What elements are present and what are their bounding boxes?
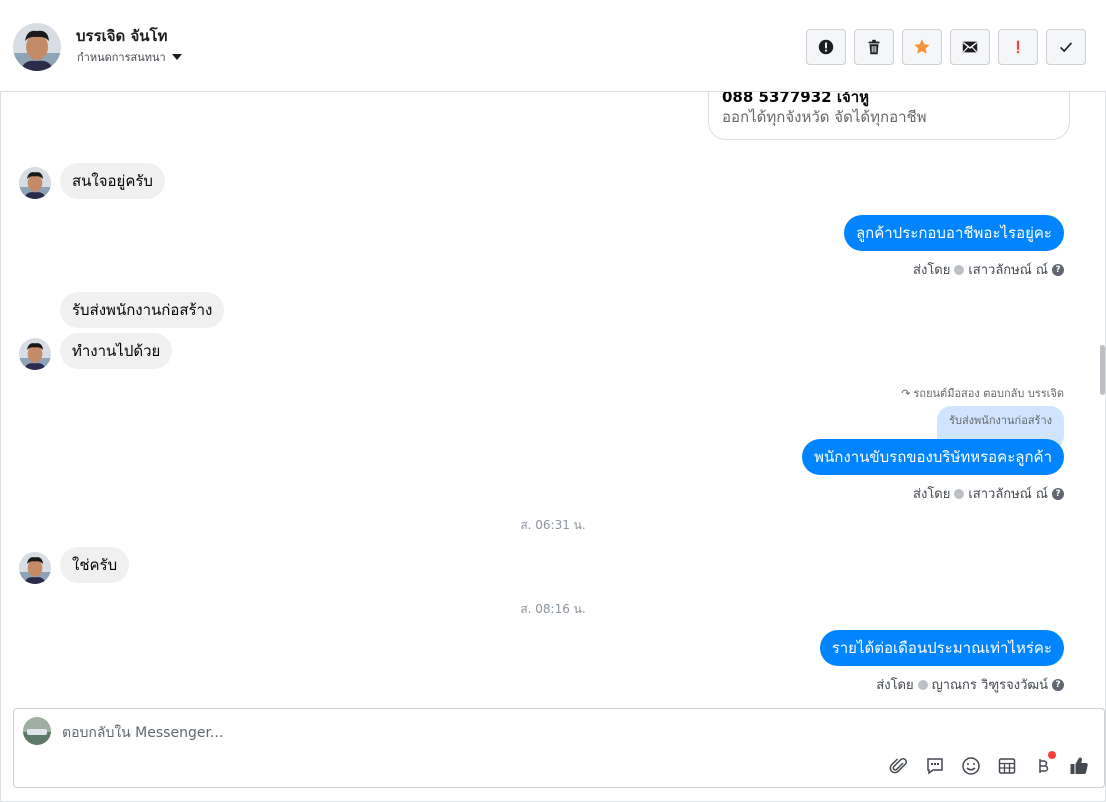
contact-avatar-small xyxy=(19,552,51,584)
caret-down-icon xyxy=(171,54,182,60)
sent-by-line: ส่งโดย เสาวลักษณ์ ณ์ ? xyxy=(913,259,1064,280)
composer-toolbar xyxy=(888,751,1090,777)
saved-reply-icon xyxy=(927,758,943,775)
assign-conversation-dropdown[interactable]: กำหนดการสนทนา xyxy=(77,48,182,66)
saved-replies-button[interactable] xyxy=(924,755,946,777)
emoji-button[interactable] xyxy=(960,755,982,777)
help-icon[interactable]: ? xyxy=(1052,263,1064,276)
help-icon[interactable]: ? xyxy=(1052,487,1064,500)
trash-icon xyxy=(868,39,880,55)
attach-button[interactable] xyxy=(888,755,910,777)
contact-avatar[interactable] xyxy=(13,23,61,71)
like-button[interactable] xyxy=(1068,755,1090,777)
star-icon xyxy=(914,39,930,54)
conversation-header: บรรเจิด จันโท กำหนดการสนทนา xyxy=(0,0,1106,92)
assign-label: กำหนดการสนทนา xyxy=(77,51,166,64)
help-icon[interactable]: ? xyxy=(1052,678,1064,691)
follow-up-button[interactable] xyxy=(998,29,1038,65)
timestamp-divider: ส. 08:16 น. xyxy=(520,602,586,616)
payment-button[interactable] xyxy=(1032,751,1056,777)
envelope-icon xyxy=(962,41,978,53)
reply-input[interactable]: ตอบกลับใน Messenger... xyxy=(62,722,223,744)
notification-dot xyxy=(1048,751,1056,759)
contact-name[interactable]: บรรเจิด จันโท xyxy=(76,24,168,48)
reply-arrow-icon: ↷ xyxy=(901,386,911,400)
reply-composer[interactable]: ตอบกลับใน Messenger... xyxy=(13,708,1105,788)
contact-avatar-small xyxy=(19,167,51,199)
outgoing-message[interactable]: รายได้ต่อเดือนประมาณเท่าไหร่คะ xyxy=(819,630,1064,666)
like-icon xyxy=(1070,757,1088,775)
page-avatar xyxy=(23,717,51,745)
delete-button[interactable] xyxy=(854,29,894,65)
sent-by-label: ส่งโดย xyxy=(913,263,951,278)
exclamation-icon xyxy=(1016,40,1020,54)
reply-context-text: รถยนต์มือสอง ตอบกลับ บรรเจิด xyxy=(913,387,1064,400)
sent-by-line: ส่งโดย เสาวลักษณ์ ณ์ ? xyxy=(913,483,1064,504)
sent-by-label: ส่งโดย xyxy=(913,487,951,502)
reply-context: ↷ รถยนต์มือสอง ตอบกลับ บรรเจิด xyxy=(901,384,1064,402)
check-icon xyxy=(1060,42,1073,53)
timestamp-divider: ส. 06:31 น. xyxy=(520,518,586,532)
mark-done-button[interactable] xyxy=(1046,29,1086,65)
alert-circle-icon xyxy=(818,39,834,55)
conversation-actions xyxy=(806,29,1086,65)
seen-check-icon xyxy=(954,264,965,275)
star-button[interactable] xyxy=(902,29,942,65)
sent-by-label: ส่งโดย xyxy=(876,678,914,693)
listing-card[interactable]: 088 5377932 เจ้าหู ออกได้ทุกจังหวัด จัดไ… xyxy=(708,92,1070,140)
agent-name[interactable]: เสาวลักษณ์ ณ์ xyxy=(968,259,1048,280)
contact-avatar-small xyxy=(19,338,51,370)
mark-unread-button[interactable] xyxy=(950,29,990,65)
agent-name[interactable]: ญาณกร วิฑูรจงวัฒน์ xyxy=(932,674,1048,695)
card-description: ออกได้ทุกจังหวัด จัดได้ทุกอาชีพ xyxy=(722,108,927,126)
thread-scrollbar[interactable] xyxy=(1100,92,1105,698)
incoming-message[interactable]: ทำงานไปด้วย xyxy=(60,333,173,369)
appointment-button[interactable] xyxy=(996,755,1018,777)
incoming-message[interactable]: ใช่ครับ xyxy=(60,547,130,583)
baht-payment-icon xyxy=(1039,759,1049,773)
report-spam-button[interactable] xyxy=(806,29,846,65)
incoming-message[interactable]: สนใจอยู่ครับ xyxy=(60,163,165,199)
seen-check-icon xyxy=(917,679,928,690)
agent-name[interactable]: เสาวลักษณ์ ณ์ xyxy=(968,483,1048,504)
message-thread[interactable]: 088 5377932 เจ้าหู ออกได้ทุกจังหวัด จัดไ… xyxy=(0,92,1100,698)
outgoing-message[interactable]: ลูกค้าประกอบอาชีพอะไรอยู่คะ xyxy=(843,215,1064,251)
seen-check-icon xyxy=(954,488,965,499)
scrollbar-thumb[interactable] xyxy=(1100,345,1105,395)
appointment-icon xyxy=(998,758,1016,774)
incoming-message[interactable]: รับส่งพนักงานก่อสร้าง xyxy=(60,292,225,328)
sent-by-line: ส่งโดย ญาณกร วิฑูรจงวัฒน์ ? xyxy=(876,674,1064,695)
emoji-icon xyxy=(962,757,980,775)
outgoing-message[interactable]: พนักงานขับรถของบริษัทหรอคะลูกค้า xyxy=(802,439,1064,475)
paperclip-icon xyxy=(889,757,907,774)
